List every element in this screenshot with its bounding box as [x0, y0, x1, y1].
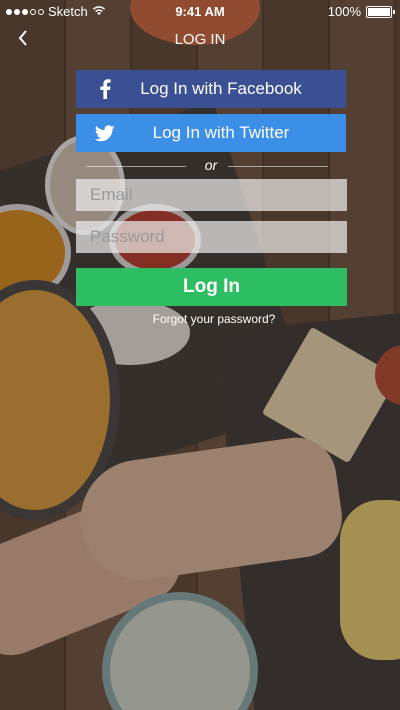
twitter-login-button[interactable]: Log In with Twitter	[76, 114, 346, 152]
battery-percent: 100%	[327, 4, 361, 19]
navigation-bar: LOG IN	[0, 22, 400, 56]
facebook-login-label: Log In with Facebook	[140, 79, 302, 98]
forgot-password-link[interactable]: Forgot your password?	[76, 312, 352, 326]
battery-icon	[366, 5, 395, 18]
facebook-icon	[90, 70, 120, 108]
facebook-login-button[interactable]: Log In with Facebook	[76, 70, 346, 108]
twitter-icon	[90, 114, 120, 152]
password-field[interactable]	[76, 221, 347, 253]
twitter-login-label: Log In with Twitter	[152, 123, 290, 142]
page-title: LOG IN	[174, 31, 226, 48]
or-label: or	[204, 157, 218, 173]
login-button[interactable]: Log In	[76, 268, 347, 306]
status-bar: Sketch 9:41 AM 100%	[0, 0, 400, 22]
email-field[interactable]	[76, 179, 347, 211]
divider-line-right	[228, 166, 328, 167]
or-divider: or	[76, 157, 346, 175]
